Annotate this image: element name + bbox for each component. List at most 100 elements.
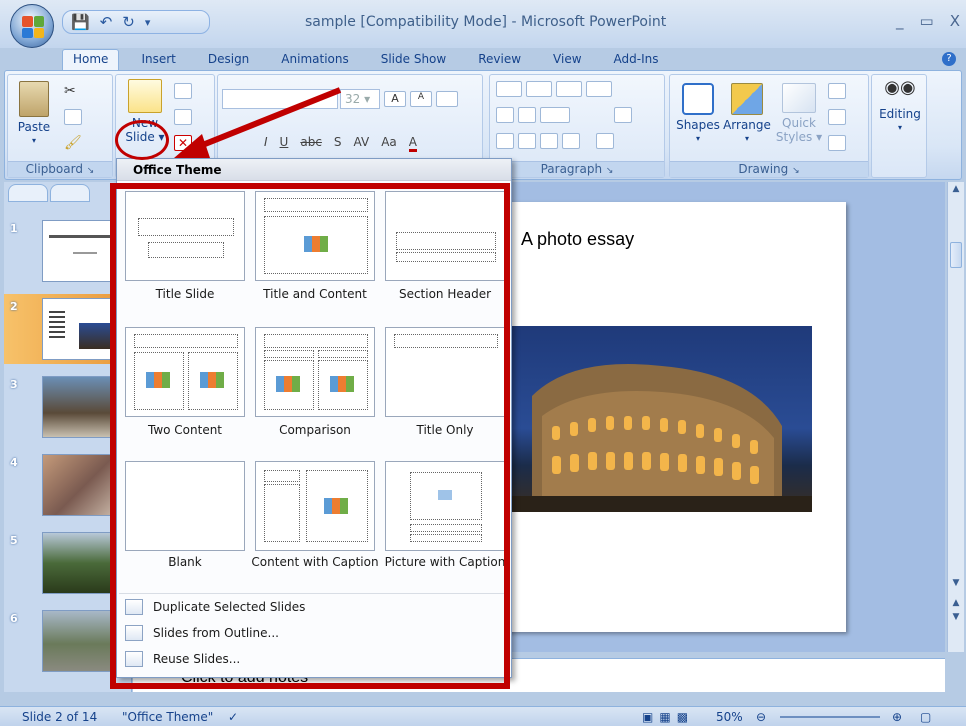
normal-view-icon[interactable]: ▣: [642, 710, 653, 724]
quick-styles-button[interactable]: Quick Styles ▾: [774, 83, 824, 144]
slide-number: 4: [10, 456, 18, 469]
cut-icon[interactable]: ✂: [64, 83, 82, 99]
tab-insert[interactable]: Insert: [131, 50, 185, 70]
shapes-icon: [682, 83, 714, 115]
numbering-icon[interactable]: [526, 81, 552, 97]
zoom-out-icon[interactable]: ⊖: [756, 710, 766, 724]
minimize-button[interactable]: _: [896, 12, 904, 30]
line-spacing-icon[interactable]: [556, 81, 582, 97]
clipboard-group-label: Clipboard ↘: [8, 161, 112, 177]
format-painter-icon[interactable]: 🖌: [64, 135, 82, 151]
scroll-thumb[interactable]: [950, 242, 962, 268]
annotation-arrow: [174, 87, 342, 158]
slide-number: 1: [10, 222, 18, 235]
vertical-scrollbar[interactable]: ▲ ▼ ▲ ▼: [947, 182, 964, 652]
slide-show-icon[interactable]: ▩: [677, 710, 688, 724]
binoculars-icon: ◉◉: [884, 77, 916, 98]
text-direction-icon[interactable]: [586, 81, 612, 97]
zoom-slider[interactable]: [780, 716, 880, 718]
paste-label: Paste: [17, 120, 51, 134]
align-left-icon[interactable]: [496, 133, 514, 149]
slide-sorter-icon[interactable]: ▦: [659, 710, 670, 724]
align-right-icon[interactable]: [540, 133, 558, 149]
slide-number: 5: [10, 534, 18, 547]
bullets-icon[interactable]: [496, 81, 522, 97]
char-spacing-icon[interactable]: AV: [354, 135, 370, 152]
spell-check-icon[interactable]: ✓: [228, 710, 238, 724]
paragraph-group: Paragraph ↘: [489, 74, 665, 178]
close-button[interactable]: X: [950, 12, 960, 30]
shape-effects-icon[interactable]: [828, 135, 846, 151]
arrange-icon: [731, 83, 763, 115]
tab-animations[interactable]: Animations: [271, 50, 358, 70]
smartart-icon[interactable]: [596, 133, 614, 149]
change-case-icon[interactable]: Aa: [381, 135, 397, 152]
undo-icon[interactable]: ↶: [100, 13, 113, 31]
redo-icon[interactable]: ↻: [122, 13, 135, 31]
zoom-level[interactable]: 50%: [716, 710, 743, 724]
align-text-icon[interactable]: [614, 107, 632, 123]
shape-fill-icon[interactable]: [828, 83, 846, 99]
drawing-group-label: Drawing ↘: [670, 161, 868, 177]
window-title: sample [Compatibility Mode] - Microsoft …: [305, 14, 667, 30]
clipboard-group: Paste ▾ ✂ 🖌 Clipboard ↘: [7, 74, 113, 178]
office-logo-icon: [22, 16, 44, 38]
zoom-in-icon[interactable]: ⊕: [892, 710, 902, 724]
justify-icon[interactable]: [562, 133, 580, 149]
title-bar: 💾 ↶ ↻ ▾ sample [Compatibility Mode] - Mi…: [0, 0, 966, 48]
tab-slide-show[interactable]: Slide Show: [371, 50, 456, 70]
maximize-button[interactable]: ▭: [920, 12, 934, 30]
styles-label: Styles: [775, 130, 813, 144]
editing-button[interactable]: ◉◉ Editing ▾: [876, 77, 924, 135]
font-color-icon[interactable]: A: [408, 135, 417, 152]
paragraph-row-1: [496, 81, 612, 97]
quick-styles-icon: [782, 83, 816, 113]
slide-number: 2: [10, 300, 18, 313]
previous-slide-icon[interactable]: ▲: [948, 598, 964, 608]
clear-formatting-icon[interactable]: [436, 91, 458, 107]
shrink-font-icon[interactable]: A: [410, 91, 432, 107]
scroll-down-arrow[interactable]: ▼: [948, 578, 964, 588]
shapes-button[interactable]: Shapes ▾: [674, 83, 722, 146]
tab-review[interactable]: Review: [468, 50, 531, 70]
help-icon[interactable]: ?: [942, 52, 956, 66]
tab-home[interactable]: Home: [62, 49, 120, 70]
copy-icon[interactable]: [64, 109, 82, 125]
office-button[interactable]: [10, 4, 54, 48]
scroll-up-arrow[interactable]: ▲: [948, 184, 964, 194]
drawing-group: Shapes ▾ Arrange ▾ Quick Styles ▾ Drawin…: [669, 74, 869, 178]
tab-view[interactable]: View: [543, 50, 591, 70]
arrange-button[interactable]: Arrange ▾: [722, 83, 772, 146]
paragraph-group-label: Paragraph ↘: [490, 161, 664, 177]
slide-count: Slide 2 of 14: [22, 710, 98, 724]
outline-tab[interactable]: [50, 184, 90, 202]
paste-button[interactable]: Paste ▾: [12, 81, 56, 148]
next-slide-icon[interactable]: ▼: [948, 612, 964, 622]
slide-number: 3: [10, 378, 18, 391]
columns-icon[interactable]: [540, 107, 570, 123]
colosseum-illustration: [512, 364, 812, 512]
colosseum-photo[interactable]: [512, 326, 812, 512]
paragraph-row-2: [496, 107, 632, 123]
status-bar: Slide 2 of 14 "Office Theme" ✓ ▣ ▦ ▩ 50%…: [0, 706, 966, 726]
editing-group: ◉◉ Editing ▾: [871, 74, 927, 178]
ribbon-tabs: Home Insert Design Animations Slide Show…: [62, 48, 681, 70]
paragraph-row-3: [496, 133, 614, 149]
highlight-frame: [110, 183, 510, 689]
slides-tab[interactable]: [8, 184, 48, 202]
slide-number: 6: [10, 612, 18, 625]
grow-font-icon[interactable]: A: [384, 91, 406, 107]
shape-outline-icon[interactable]: [828, 109, 846, 125]
slide-subtitle-text[interactable]: A photo essay: [521, 229, 634, 250]
tab-add-ins[interactable]: Add-Ins: [604, 50, 669, 70]
align-center-icon[interactable]: [518, 133, 536, 149]
tab-design[interactable]: Design: [198, 50, 259, 70]
increase-indent-icon[interactable]: [518, 107, 536, 123]
quick-access-toolbar: 💾 ↶ ↻ ▾: [62, 10, 210, 34]
customize-qat-icon[interactable]: ▾: [145, 16, 151, 29]
save-icon[interactable]: 💾: [71, 13, 90, 31]
decrease-indent-icon[interactable]: [496, 107, 514, 123]
quick-label: Quick: [782, 116, 816, 130]
theme-name: "Office Theme": [122, 710, 214, 724]
fit-to-window-icon[interactable]: ▢: [920, 710, 931, 724]
